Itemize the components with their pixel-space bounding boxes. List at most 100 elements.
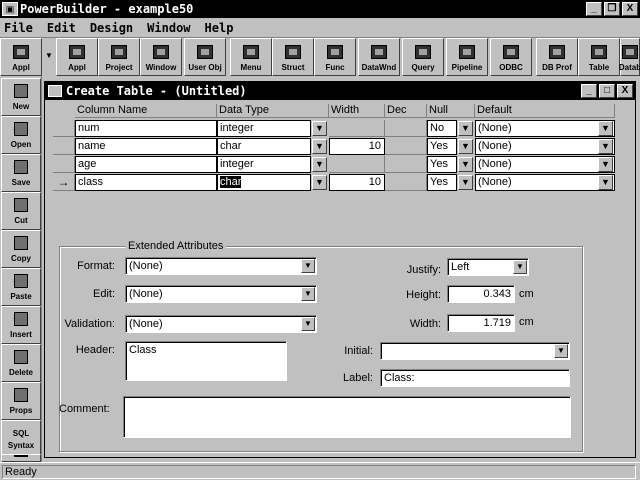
chevron-down-icon[interactable]: ▼: [458, 139, 473, 154]
chevron-down-icon[interactable]: ▼: [458, 175, 473, 190]
width-input[interactable]: 1.719: [447, 314, 515, 332]
vertical-button-cut[interactable]: Cut: [1, 192, 41, 230]
toolbar-button-project[interactable]: Project: [98, 38, 140, 76]
menu-edit[interactable]: Edit: [40, 21, 83, 35]
vertical-button-syntax[interactable]: SQL Syntax: [1, 420, 41, 458]
chevron-down-icon[interactable]: ▼: [598, 157, 613, 172]
chevron-down-icon[interactable]: ▼: [598, 139, 613, 154]
chevron-down-icon[interactable]: ▼: [458, 157, 473, 172]
menu-design[interactable]: Design: [83, 21, 140, 35]
menu-help[interactable]: Help: [198, 21, 241, 35]
toolbar-button-odbc[interactable]: ODBC: [490, 38, 532, 76]
vertical-button-open[interactable]: Open: [1, 116, 41, 154]
toolbar-button-db-prof[interactable]: DB Prof: [536, 38, 578, 76]
vertical-button-delete[interactable]: Delete: [1, 344, 41, 382]
toolbar-button-menu[interactable]: Menu: [230, 38, 272, 76]
cell-name[interactable]: age: [75, 156, 217, 173]
chevron-down-icon[interactable]: ▼: [312, 139, 327, 154]
chevron-down-icon[interactable]: ▼: [513, 260, 527, 274]
cell-type[interactable]: char: [217, 174, 311, 191]
menu-window[interactable]: Window: [140, 21, 197, 35]
chevron-down-icon[interactable]: ▼: [312, 157, 327, 172]
cell-null[interactable]: No: [427, 120, 457, 137]
vertical-button-label: Paste: [10, 291, 32, 301]
row-selector[interactable]: [53, 138, 75, 155]
restore-button[interactable]: ❐: [604, 2, 620, 16]
vertical-button-paste[interactable]: Paste: [1, 268, 41, 306]
toolbar-button-label: Struct: [281, 63, 305, 72]
vertical-button-save[interactable]: Save: [1, 154, 41, 192]
child-close-button[interactable]: X: [617, 84, 633, 98]
table-painter-icon[interactable]: [48, 85, 62, 97]
toolbar-button-struct[interactable]: Struct: [272, 38, 314, 76]
close-button[interactable]: X: [622, 2, 638, 16]
row-selector[interactable]: [53, 120, 75, 137]
toolbar-button-query[interactable]: Query: [402, 38, 444, 76]
chevron-down-icon[interactable]: ▼: [312, 121, 327, 136]
cell-width[interactable]: 10: [329, 174, 385, 191]
cell-default[interactable]: (None): [475, 138, 615, 155]
toolbar-button-label: Func: [325, 63, 345, 72]
child-maximize-button[interactable]: □: [599, 84, 615, 98]
toolbar-dropdown-appl[interactable]: Appl: [0, 38, 42, 76]
vertical-button-new[interactable]: New: [1, 78, 41, 116]
row-selector[interactable]: [53, 156, 75, 173]
toolbar-button-window[interactable]: Window: [140, 38, 182, 76]
cell-default[interactable]: (None): [475, 120, 615, 137]
cell-dec: [385, 120, 427, 137]
cell-name[interactable]: name: [75, 138, 217, 155]
toolbar-dropdown-arrow[interactable]: ▼: [42, 38, 56, 76]
vertical-button-label: Delete: [8, 367, 33, 377]
column-header-data-type: Data Type: [217, 104, 329, 118]
cell-default[interactable]: (None): [475, 156, 615, 173]
copy-icon: [14, 235, 28, 250]
vertical-button-props[interactable]: Props: [1, 382, 41, 420]
table-icon: [591, 45, 607, 59]
chevron-down-icon[interactable]: ▼: [301, 259, 315, 273]
format-select[interactable]: (None) ▼: [125, 257, 317, 275]
vertical-button-label: Copy: [11, 253, 31, 263]
vertical-button-copy[interactable]: Copy: [1, 230, 41, 268]
toolbar-button-table[interactable]: Table: [578, 38, 620, 76]
cell-null[interactable]: Yes: [427, 156, 457, 173]
toolbar-button-user-obj[interactable]: User Obj: [184, 38, 226, 76]
cell-type[interactable]: char: [217, 138, 311, 155]
initial-select[interactable]: ▼: [380, 342, 570, 360]
cell-type[interactable]: integer: [217, 120, 311, 137]
cell-null[interactable]: Yes: [427, 138, 457, 155]
row-selector[interactable]: →: [53, 174, 75, 191]
toolbar-button-datawnd[interactable]: DataWnd: [358, 38, 400, 76]
toolbar-button-datab[interactable]: Datab: [619, 38, 640, 76]
header-textarea[interactable]: Class: [125, 341, 287, 381]
height-input[interactable]: 0.343: [447, 285, 515, 303]
powerbuilder-app-icon[interactable]: ▣: [2, 2, 18, 16]
chevron-down-icon[interactable]: ▼: [598, 175, 613, 190]
validation-select[interactable]: (None) ▼: [125, 315, 317, 333]
toolbar-button-pipeline[interactable]: Pipeline: [446, 38, 488, 76]
cell-null[interactable]: Yes: [427, 174, 457, 191]
label-input[interactable]: Class:: [380, 369, 570, 387]
vertical-button-more[interactable]: [1, 454, 41, 462]
cell-default[interactable]: (None): [475, 174, 615, 191]
cell-width[interactable]: 10: [329, 138, 385, 155]
justify-select[interactable]: Left ▼: [447, 258, 529, 276]
child-minimize-button[interactable]: _: [581, 84, 597, 98]
minimize-button[interactable]: _: [586, 2, 602, 16]
chevron-down-icon[interactable]: ▼: [301, 287, 315, 301]
pipeline-icon: [459, 45, 475, 59]
edit-select[interactable]: (None) ▼: [125, 285, 317, 303]
chevron-down-icon[interactable]: ▼: [301, 317, 315, 331]
toolbar-button-func[interactable]: Func: [314, 38, 356, 76]
cell-name[interactable]: num: [75, 120, 217, 137]
chevron-down-icon[interactable]: ▼: [598, 121, 613, 136]
comment-textarea[interactable]: [123, 396, 571, 438]
vertical-button-insert[interactable]: Insert: [1, 306, 41, 344]
cell-name[interactable]: class: [75, 174, 217, 191]
status-text: Ready: [2, 465, 636, 479]
toolbar-button-appl[interactable]: Appl: [56, 38, 98, 76]
cell-type[interactable]: integer: [217, 156, 311, 173]
menu-file[interactable]: File: [0, 21, 40, 35]
chevron-down-icon[interactable]: ▼: [312, 175, 327, 190]
chevron-down-icon[interactable]: ▼: [554, 344, 568, 358]
chevron-down-icon[interactable]: ▼: [458, 121, 473, 136]
